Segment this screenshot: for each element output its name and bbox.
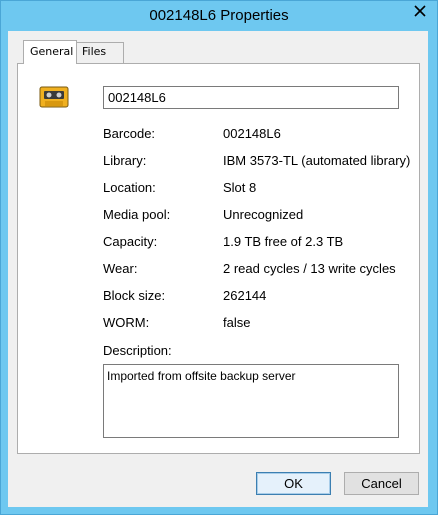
location-label: Location: xyxy=(103,180,156,195)
description-label: Description: xyxy=(103,343,172,358)
library-value: IBM 3573-TL (automated library) xyxy=(223,153,411,168)
description-field[interactable]: Imported from offsite backup server xyxy=(103,364,399,438)
capacity-label: Capacity: xyxy=(103,234,158,249)
tab-files[interactable]: Files xyxy=(75,42,124,63)
tab-files-label: Files xyxy=(82,45,107,58)
media-pool-value: Unrecognized xyxy=(223,207,304,222)
library-label: Library: xyxy=(103,153,147,168)
tape-cartridge-icon xyxy=(39,86,69,108)
tab-general-label: General xyxy=(30,45,74,58)
media-pool-label: Media pool: xyxy=(103,207,171,222)
cancel-button[interactable]: Cancel xyxy=(344,472,419,495)
wear-value: 2 read cycles / 13 write cycles xyxy=(223,261,396,276)
barcode-label: Barcode: xyxy=(103,126,156,141)
block-size-label: Block size: xyxy=(103,288,166,303)
window-title: 002148L6 Properties xyxy=(149,7,289,24)
location-value: Slot 8 xyxy=(223,180,257,195)
wear-label: Wear: xyxy=(103,261,138,276)
worm-label: WORM: xyxy=(103,315,150,330)
ok-button[interactable]: OK xyxy=(256,472,331,495)
media-name-field[interactable]: 002148L6 xyxy=(103,86,399,109)
close-icon xyxy=(414,5,426,17)
barcode-value: 002148L6 xyxy=(223,126,281,141)
close-button[interactable] xyxy=(409,2,431,20)
tab-general[interactable]: General xyxy=(23,40,77,64)
worm-value: false xyxy=(223,315,251,330)
title-bar[interactable]: 002148L6 Properties xyxy=(1,1,437,32)
block-size-value: 262144 xyxy=(223,288,267,303)
capacity-value: 1.9 TB free of 2.3 TB xyxy=(223,234,344,249)
